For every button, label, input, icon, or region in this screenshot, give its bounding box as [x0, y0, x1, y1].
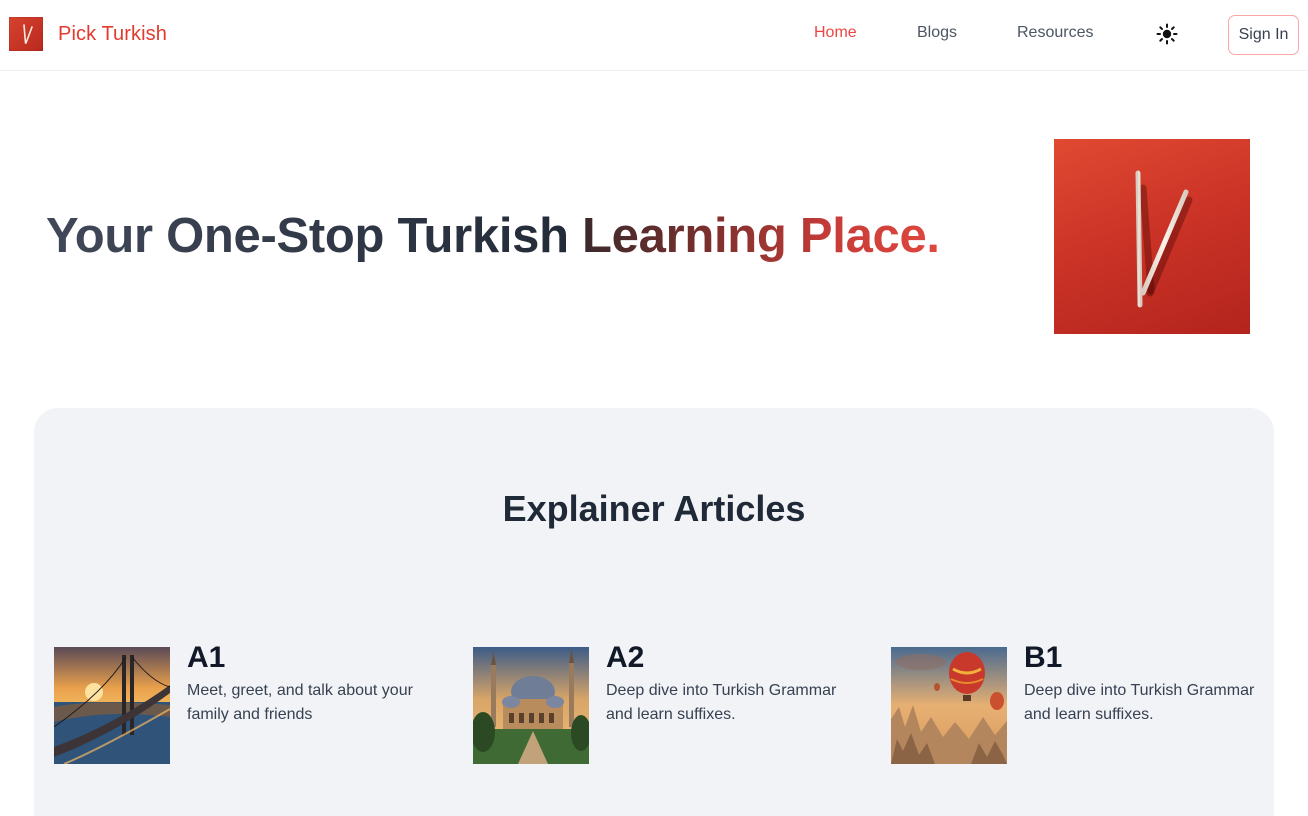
- hero-title-highlight: Learning Place.: [582, 209, 940, 263]
- section-title: Explainer Articles: [502, 488, 806, 529]
- sign-in-button[interactable]: Sign In: [1228, 15, 1299, 55]
- nav-home-link[interactable]: Home: [814, 24, 857, 42]
- card-level: A2: [606, 641, 645, 674]
- sun-icon: [1156, 23, 1178, 45]
- explainer-articles-section: Explainer Articles A1 Meet, greet, and t…: [34, 408, 1274, 816]
- nav-blogs-link[interactable]: Blogs: [917, 24, 957, 42]
- card-description: Deep dive into Turkish Grammar and learn…: [606, 682, 837, 723]
- card-description: Meet, greet, and talk about your family …: [187, 682, 413, 723]
- hot-air-balloons-image: [891, 647, 1007, 764]
- hero-title: Your One-Stop Turkish Learning Place.: [46, 208, 940, 264]
- article-card-a2[interactable]: A2 Deep dive into Turkish Grammar and le…: [473, 641, 873, 765]
- article-card-a1[interactable]: A1 Meet, greet, and talk about your fami…: [54, 641, 454, 765]
- main-nav: Home Blogs Resources: [0, 24, 1308, 46]
- card-description: Deep dive into Turkish Grammar and learn…: [1024, 682, 1255, 723]
- hero-title-plain: Your One-Stop Turkish: [46, 209, 583, 263]
- theme-toggle-button[interactable]: [1155, 22, 1179, 46]
- mosque-image: [473, 647, 589, 764]
- nav-resources-link[interactable]: Resources: [1017, 24, 1093, 42]
- card-level: B1: [1024, 641, 1063, 674]
- top-navbar: Pick Turkish Home Blogs Resources Sign I…: [0, 0, 1308, 71]
- card-level: A1: [187, 641, 226, 674]
- bridge-sunset-image: [54, 647, 170, 764]
- article-card-b1[interactable]: B1 Deep dive into Turkish Grammar and le…: [891, 641, 1291, 765]
- chopsticks-logo-image: [1054, 139, 1250, 334]
